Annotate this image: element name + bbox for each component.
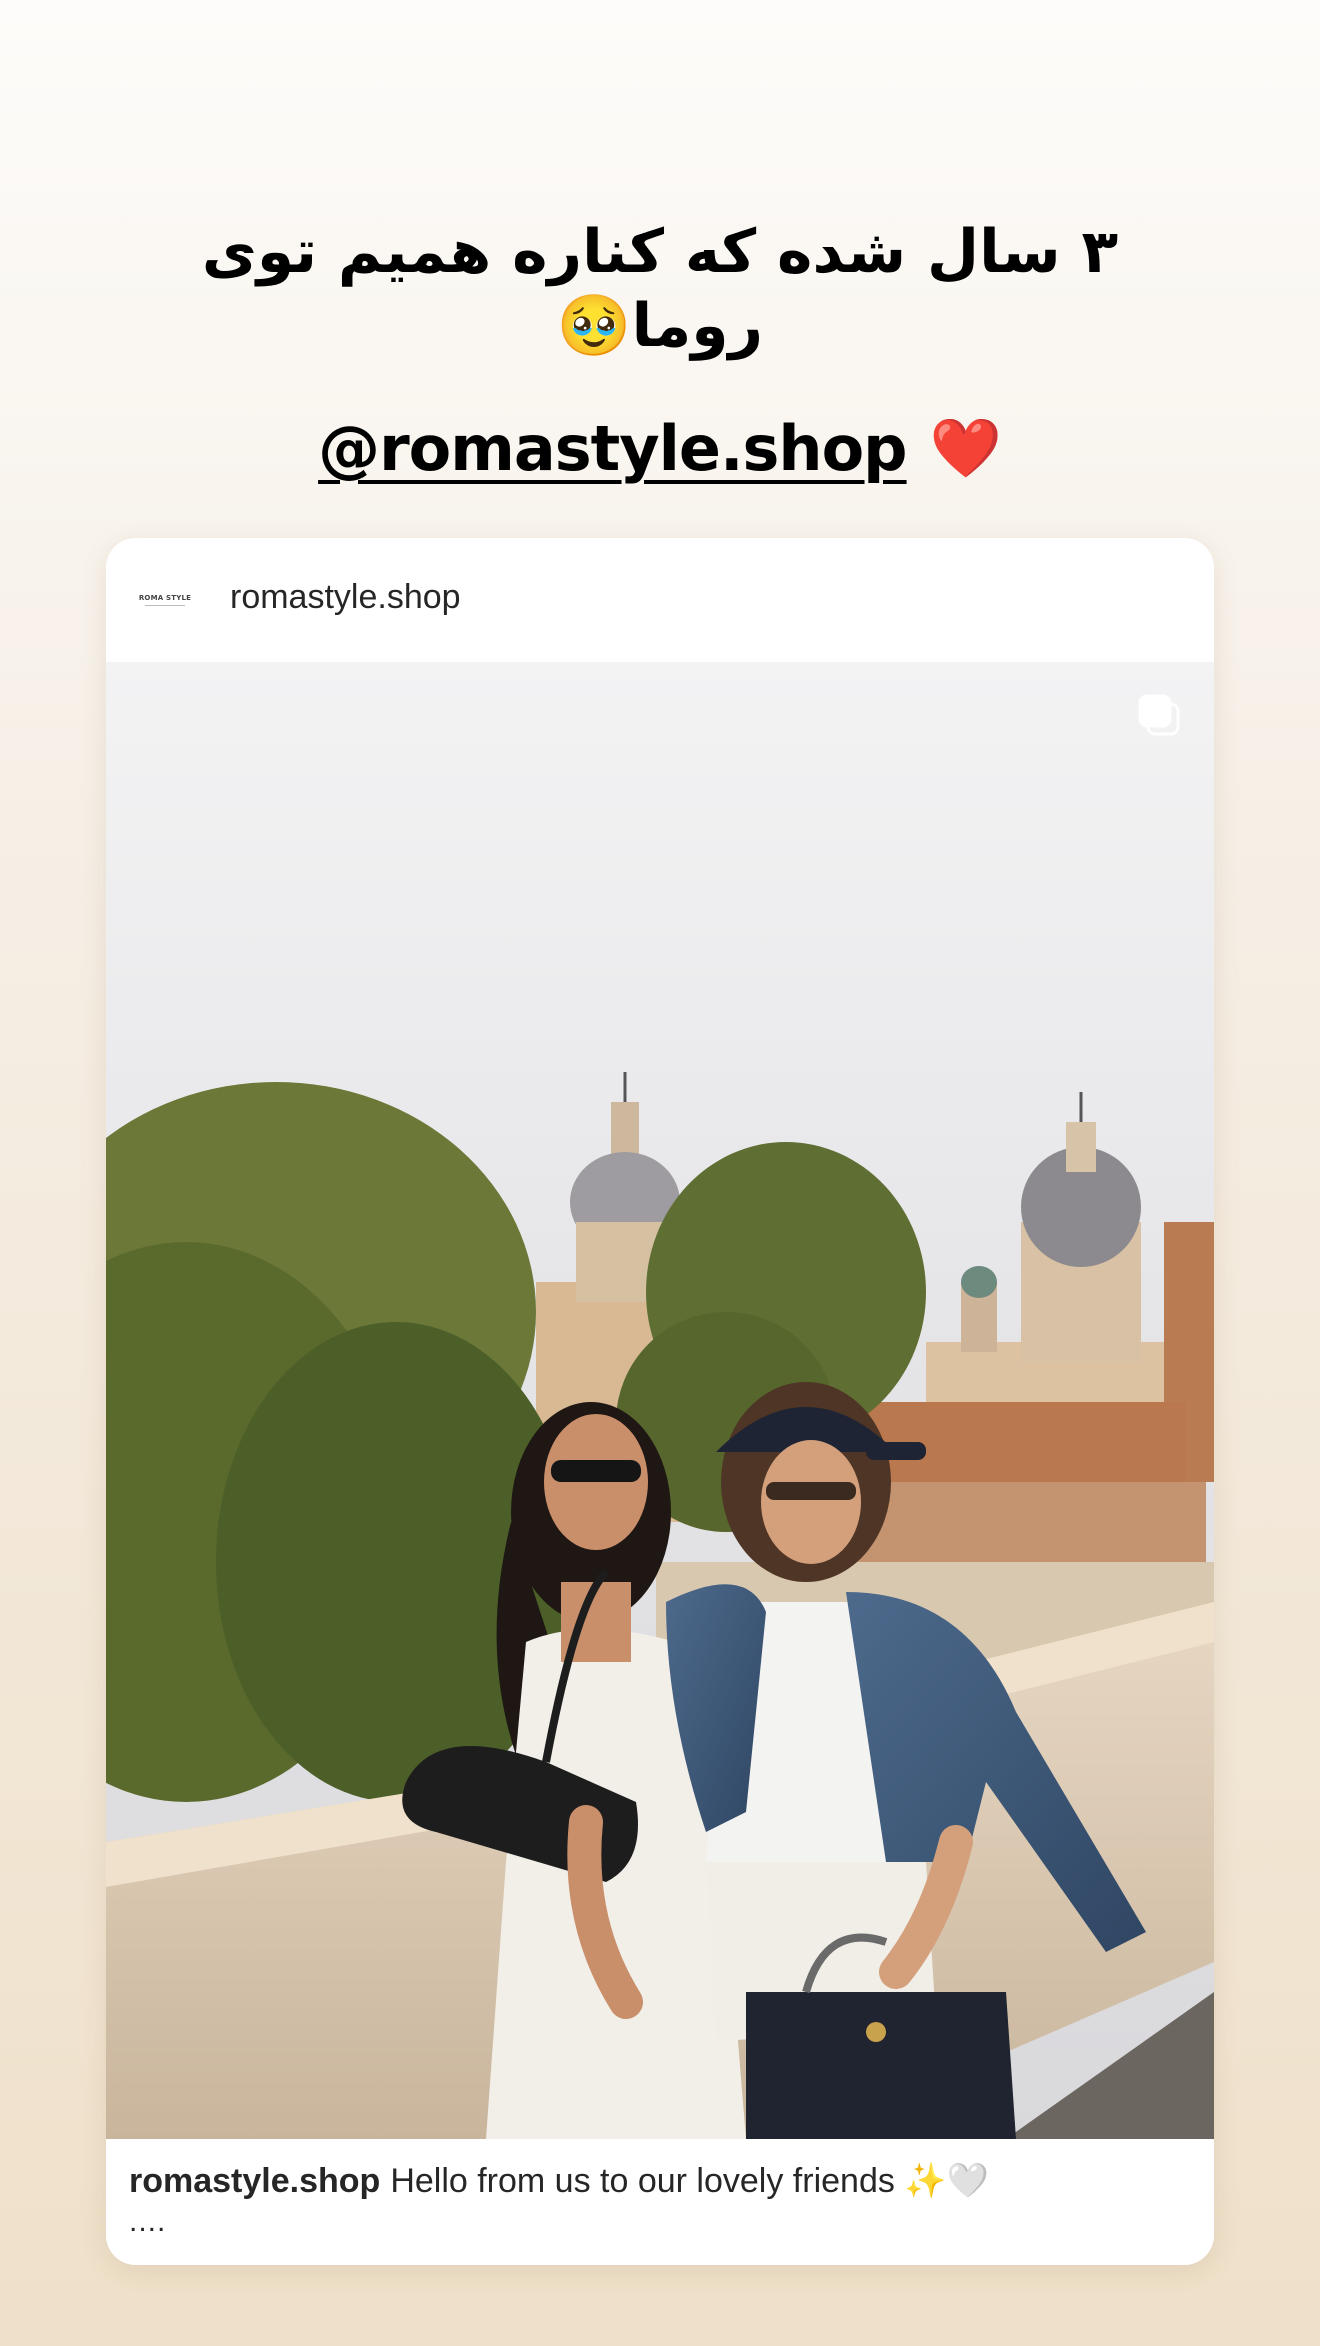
post-username[interactable]: romastyle.shop xyxy=(230,578,461,617)
caption-username[interactable]: romastyle.shop xyxy=(129,2162,380,2200)
heart-icon: ❤️ xyxy=(929,414,1002,482)
post-photo[interactable] xyxy=(106,662,1214,2139)
avatar-logo-text: ROMA STYLE xyxy=(138,594,192,602)
avatar-divider xyxy=(145,605,185,606)
mention-link[interactable]: @romastyle.shop xyxy=(318,412,907,485)
shared-post-card[interactable]: ROMA STYLE romastyle.shop romastyle.shop… xyxy=(106,538,1214,2265)
avatar[interactable]: ROMA STYLE xyxy=(128,563,202,637)
story-caption: ۳ سال شده که کناره همیم توی روما🥹 xyxy=(201,217,1119,361)
post-caption: romastyle.shop Hello from us to our lovel… xyxy=(129,2161,1189,2201)
caption-text: Hello from us to our lovely friends ✨🤍 xyxy=(390,2162,989,2200)
post-header: ROMA STYLE romastyle.shop xyxy=(106,538,1214,662)
post-footer: romastyle.shop Hello from us to our lovel… xyxy=(106,2139,1214,2265)
carousel-icon xyxy=(1136,692,1184,740)
mention-row: @romastyle.shop ❤️ xyxy=(0,412,1320,485)
caption-more[interactable]: .... xyxy=(129,2205,166,2239)
